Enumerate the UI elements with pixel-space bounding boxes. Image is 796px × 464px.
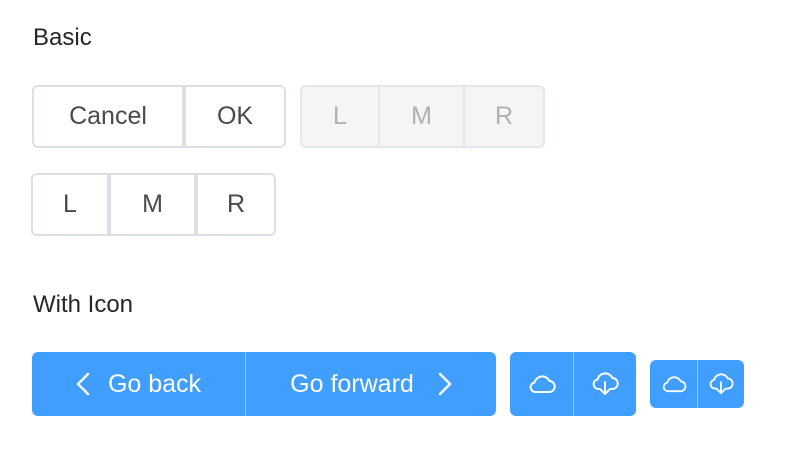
- cloud-button[interactable]: [510, 352, 573, 416]
- section-title-basic: Basic: [33, 24, 92, 51]
- go-back-button[interactable]: Go back: [32, 352, 245, 416]
- cloud-download-button-small[interactable]: [697, 360, 744, 408]
- section-title-with-icon: With Icon: [33, 291, 134, 318]
- cancel-button[interactable]: Cancel: [32, 85, 184, 148]
- cloud-download-button[interactable]: [573, 352, 636, 416]
- chevron-left-icon: [76, 372, 90, 396]
- cloud-icon: [528, 374, 556, 394]
- button-group-cloud-small: [650, 360, 744, 408]
- go-forward-label: Go forward: [290, 369, 414, 398]
- cloud-button-small[interactable]: [650, 360, 697, 408]
- go-back-label: Go back: [107, 369, 202, 398]
- button-group-navigation: Go back Go forward: [32, 352, 496, 416]
- ok-button[interactable]: OK: [184, 85, 286, 148]
- go-forward-button[interactable]: Go forward: [245, 352, 496, 416]
- cloud-icon: [661, 375, 687, 393]
- button-group-lmr-disabled: L M R: [300, 85, 545, 148]
- middle-button-disabled[interactable]: M: [378, 85, 465, 148]
- button-group-lmr: L M R: [31, 173, 276, 236]
- middle-button[interactable]: M: [109, 173, 196, 236]
- button-group-cancel-ok: Cancel OK: [32, 85, 286, 148]
- right-button-disabled[interactable]: R: [463, 85, 545, 148]
- left-button[interactable]: L: [31, 173, 109, 236]
- button-group-cloud-large: [510, 352, 636, 416]
- left-button-disabled[interactable]: L: [300, 85, 380, 148]
- cloud-download-icon: [708, 373, 734, 395]
- right-button[interactable]: R: [196, 173, 276, 236]
- chevron-right-icon: [438, 372, 452, 396]
- cloud-download-icon: [591, 372, 619, 396]
